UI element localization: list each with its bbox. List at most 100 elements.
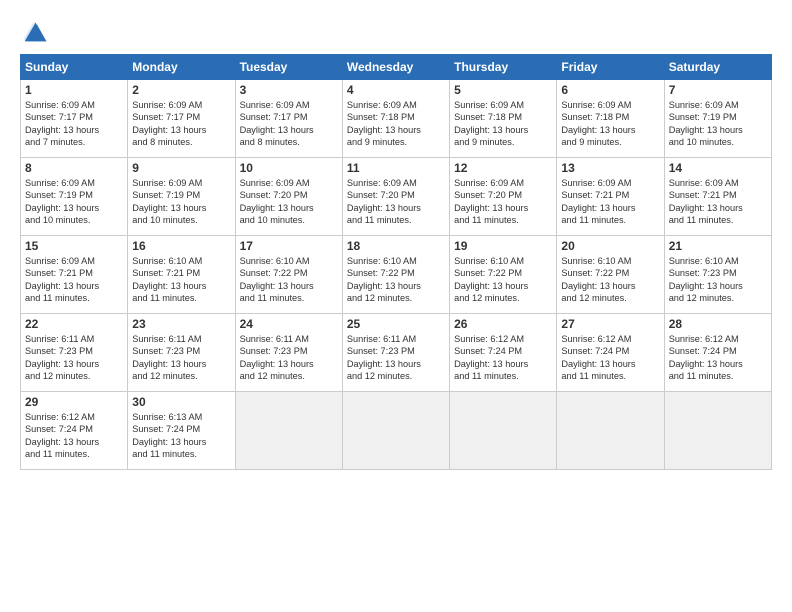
day-cell: 6 Sunrise: 6:09 AMSunset: 7:18 PMDaylight… bbox=[557, 80, 664, 158]
day-number: 25 bbox=[347, 317, 445, 331]
day-cell: 12 Sunrise: 6:09 AMSunset: 7:20 PMDayligh… bbox=[450, 158, 557, 236]
header-row: SundayMondayTuesdayWednesdayThursdayFrid… bbox=[21, 55, 772, 80]
day-number: 7 bbox=[669, 83, 767, 97]
day-info: Sunrise: 6:09 AMSunset: 7:20 PMDaylight:… bbox=[240, 177, 338, 227]
day-cell: 1Sunrise: 6:09 AMSunset: 7:17 PMDaylight… bbox=[21, 80, 128, 158]
day-info: Sunrise: 6:09 AMSunset: 7:20 PMDaylight:… bbox=[454, 177, 552, 227]
day-cell: 3 Sunrise: 6:09 AMSunset: 7:17 PMDaylight… bbox=[235, 80, 342, 158]
day-cell: 13 Sunrise: 6:09 AMSunset: 7:21 PMDayligh… bbox=[557, 158, 664, 236]
day-number: 2 bbox=[132, 83, 230, 97]
day-cell: 30 Sunrise: 6:13 AMSunset: 7:24 PMDayligh… bbox=[128, 392, 235, 470]
day-info: Sunrise: 6:12 AMSunset: 7:24 PMDaylight:… bbox=[454, 333, 552, 383]
day-info: Sunrise: 6:11 AMSunset: 7:23 PMDaylight:… bbox=[132, 333, 230, 383]
logo-icon bbox=[20, 18, 48, 46]
day-number: 30 bbox=[132, 395, 230, 409]
day-info: Sunrise: 6:11 AMSunset: 7:23 PMDaylight:… bbox=[240, 333, 338, 383]
day-cell: 16Sunrise: 6:10 AMSunset: 7:21 PMDayligh… bbox=[128, 236, 235, 314]
day-cell: 14 Sunrise: 6:09 AMSunset: 7:21 PMDayligh… bbox=[664, 158, 771, 236]
day-cell: 25 Sunrise: 6:11 AMSunset: 7:23 PMDayligh… bbox=[342, 314, 449, 392]
day-number: 14 bbox=[669, 161, 767, 175]
day-number: 21 bbox=[669, 239, 767, 253]
day-number: 18 bbox=[347, 239, 445, 253]
day-cell: 22 Sunrise: 6:11 AMSunset: 7:23 PMDayligh… bbox=[21, 314, 128, 392]
day-number: 12 bbox=[454, 161, 552, 175]
day-number: 13 bbox=[561, 161, 659, 175]
week-row-3: 15Sunrise: 6:09 AMSunset: 7:21 PMDayligh… bbox=[21, 236, 772, 314]
day-info: Sunrise: 6:10 AMSunset: 7:23 PMDaylight:… bbox=[669, 255, 767, 305]
day-info: Sunrise: 6:09 AMSunset: 7:18 PMDaylight:… bbox=[454, 99, 552, 149]
day-number: 19 bbox=[454, 239, 552, 253]
col-header-friday: Friday bbox=[557, 55, 664, 80]
day-number: 26 bbox=[454, 317, 552, 331]
day-info: Sunrise: 6:09 AMSunset: 7:18 PMDaylight:… bbox=[561, 99, 659, 149]
day-info: Sunrise: 6:10 AMSunset: 7:22 PMDaylight:… bbox=[561, 255, 659, 305]
day-cell bbox=[450, 392, 557, 470]
day-number: 10 bbox=[240, 161, 338, 175]
day-info: Sunrise: 6:12 AMSunset: 7:24 PMDaylight:… bbox=[669, 333, 767, 383]
logo bbox=[20, 18, 52, 46]
day-cell: 21 Sunrise: 6:10 AMSunset: 7:23 PMDayligh… bbox=[664, 236, 771, 314]
day-info: Sunrise: 6:13 AMSunset: 7:24 PMDaylight:… bbox=[132, 411, 230, 461]
week-row-2: 8 Sunrise: 6:09 AMSunset: 7:19 PMDaylight… bbox=[21, 158, 772, 236]
day-cell: 29Sunrise: 6:12 AMSunset: 7:24 PMDayligh… bbox=[21, 392, 128, 470]
day-cell: 9 Sunrise: 6:09 AMSunset: 7:19 PMDaylight… bbox=[128, 158, 235, 236]
day-cell: 17Sunrise: 6:10 AMSunset: 7:22 PMDayligh… bbox=[235, 236, 342, 314]
header bbox=[20, 18, 772, 46]
day-cell: 18 Sunrise: 6:10 AMSunset: 7:22 PMDayligh… bbox=[342, 236, 449, 314]
col-header-tuesday: Tuesday bbox=[235, 55, 342, 80]
day-info: Sunrise: 6:10 AMSunset: 7:22 PMDaylight:… bbox=[240, 255, 338, 305]
day-cell bbox=[235, 392, 342, 470]
day-info: Sunrise: 6:10 AMSunset: 7:22 PMDaylight:… bbox=[454, 255, 552, 305]
calendar-header: SundayMondayTuesdayWednesdayThursdayFrid… bbox=[21, 55, 772, 80]
week-row-5: 29Sunrise: 6:12 AMSunset: 7:24 PMDayligh… bbox=[21, 392, 772, 470]
col-header-wednesday: Wednesday bbox=[342, 55, 449, 80]
day-number: 9 bbox=[132, 161, 230, 175]
day-info: Sunrise: 6:11 AMSunset: 7:23 PMDaylight:… bbox=[25, 333, 123, 383]
day-number: 24 bbox=[240, 317, 338, 331]
day-number: 6 bbox=[561, 83, 659, 97]
col-header-monday: Monday bbox=[128, 55, 235, 80]
day-number: 28 bbox=[669, 317, 767, 331]
day-cell: 20 Sunrise: 6:10 AMSunset: 7:22 PMDayligh… bbox=[557, 236, 664, 314]
day-cell: 24 Sunrise: 6:11 AMSunset: 7:23 PMDayligh… bbox=[235, 314, 342, 392]
day-info: Sunrise: 6:12 AMSunset: 7:24 PMDaylight:… bbox=[561, 333, 659, 383]
day-cell: 28 Sunrise: 6:12 AMSunset: 7:24 PMDayligh… bbox=[664, 314, 771, 392]
day-cell: 5 Sunrise: 6:09 AMSunset: 7:18 PMDaylight… bbox=[450, 80, 557, 158]
day-info: Sunrise: 6:09 AMSunset: 7:19 PMDaylight:… bbox=[669, 99, 767, 149]
col-header-sunday: Sunday bbox=[21, 55, 128, 80]
day-info: Sunrise: 6:12 AMSunset: 7:24 PMDaylight:… bbox=[25, 411, 123, 461]
day-info: Sunrise: 6:10 AMSunset: 7:22 PMDaylight:… bbox=[347, 255, 445, 305]
day-number: 4 bbox=[347, 83, 445, 97]
day-info: Sunrise: 6:09 AMSunset: 7:21 PMDaylight:… bbox=[669, 177, 767, 227]
day-info: Sunrise: 6:09 AMSunset: 7:21 PMDaylight:… bbox=[561, 177, 659, 227]
day-info: Sunrise: 6:10 AMSunset: 7:21 PMDaylight:… bbox=[132, 255, 230, 305]
week-row-4: 22 Sunrise: 6:11 AMSunset: 7:23 PMDayligh… bbox=[21, 314, 772, 392]
day-number: 8 bbox=[25, 161, 123, 175]
calendar-table: SundayMondayTuesdayWednesdayThursdayFrid… bbox=[20, 54, 772, 470]
day-cell bbox=[664, 392, 771, 470]
day-cell: 23 Sunrise: 6:11 AMSunset: 7:23 PMDayligh… bbox=[128, 314, 235, 392]
day-info: Sunrise: 6:09 AMSunset: 7:18 PMDaylight:… bbox=[347, 99, 445, 149]
day-number: 27 bbox=[561, 317, 659, 331]
day-cell: 2Sunrise: 6:09 AMSunset: 7:17 PMDaylight… bbox=[128, 80, 235, 158]
day-number: 5 bbox=[454, 83, 552, 97]
page: SundayMondayTuesdayWednesdayThursdayFrid… bbox=[0, 0, 792, 612]
day-number: 3 bbox=[240, 83, 338, 97]
calendar-body: 1Sunrise: 6:09 AMSunset: 7:17 PMDaylight… bbox=[21, 80, 772, 470]
day-number: 20 bbox=[561, 239, 659, 253]
day-info: Sunrise: 6:09 AMSunset: 7:19 PMDaylight:… bbox=[25, 177, 123, 227]
day-cell: 15Sunrise: 6:09 AMSunset: 7:21 PMDayligh… bbox=[21, 236, 128, 314]
day-info: Sunrise: 6:09 AMSunset: 7:20 PMDaylight:… bbox=[347, 177, 445, 227]
day-cell: 11Sunrise: 6:09 AMSunset: 7:20 PMDayligh… bbox=[342, 158, 449, 236]
day-number: 22 bbox=[25, 317, 123, 331]
day-info: Sunrise: 6:09 AMSunset: 7:21 PMDaylight:… bbox=[25, 255, 123, 305]
day-info: Sunrise: 6:11 AMSunset: 7:23 PMDaylight:… bbox=[347, 333, 445, 383]
day-info: Sunrise: 6:09 AMSunset: 7:17 PMDaylight:… bbox=[240, 99, 338, 149]
day-cell: 26 Sunrise: 6:12 AMSunset: 7:24 PMDayligh… bbox=[450, 314, 557, 392]
day-number: 23 bbox=[132, 317, 230, 331]
week-row-1: 1Sunrise: 6:09 AMSunset: 7:17 PMDaylight… bbox=[21, 80, 772, 158]
day-cell bbox=[342, 392, 449, 470]
day-info: Sunrise: 6:09 AMSunset: 7:17 PMDaylight:… bbox=[25, 99, 123, 149]
day-info: Sunrise: 6:09 AMSunset: 7:19 PMDaylight:… bbox=[132, 177, 230, 227]
col-header-thursday: Thursday bbox=[450, 55, 557, 80]
